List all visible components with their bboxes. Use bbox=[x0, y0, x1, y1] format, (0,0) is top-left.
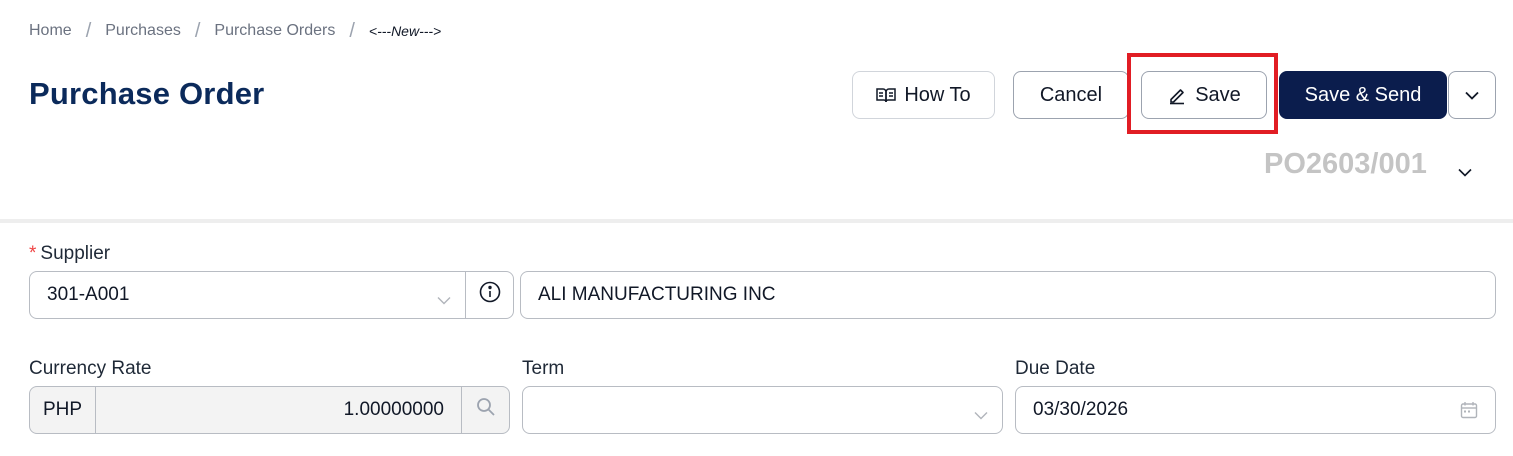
save-and-send-button[interactable]: Save & Send bbox=[1279, 71, 1447, 119]
po-number: PO2603/001 bbox=[1264, 148, 1427, 180]
due-date-label: Due Date bbox=[1015, 358, 1096, 379]
book-icon bbox=[876, 87, 897, 103]
supplier-name-field[interactable]: ALI MANUFACTURING INC bbox=[520, 271, 1496, 319]
save-button[interactable]: Save bbox=[1141, 71, 1267, 119]
currency-search-button[interactable] bbox=[461, 386, 510, 434]
chevron-down-icon bbox=[1465, 91, 1479, 100]
term-select[interactable] bbox=[522, 386, 1003, 434]
breadcrumb-separator: / bbox=[194, 19, 201, 42]
supplier-name-value: ALI MANUFACTURING INC bbox=[538, 284, 776, 305]
how-to-button[interactable]: How To bbox=[852, 71, 995, 119]
chevron-down-icon bbox=[974, 404, 988, 426]
due-date-value: 03/30/2026 bbox=[1033, 399, 1129, 420]
supplier-label: * Supplier bbox=[29, 243, 110, 265]
breadcrumb-current: <---New---> bbox=[368, 23, 442, 39]
cancel-label: Cancel bbox=[1039, 83, 1103, 106]
save-label: Save bbox=[1195, 83, 1241, 106]
breadcrumb-separator: / bbox=[85, 19, 92, 42]
chevron-down-icon bbox=[437, 289, 451, 311]
breadcrumb-purchases[interactable]: Purchases bbox=[105, 22, 181, 40]
supplier-label-text: Supplier bbox=[40, 243, 111, 264]
section-divider bbox=[0, 219, 1513, 223]
cancel-button[interactable]: Cancel bbox=[1013, 71, 1129, 119]
currency-code-field: PHP bbox=[29, 386, 96, 434]
info-icon bbox=[479, 281, 501, 309]
po-number-chevron-icon[interactable] bbox=[1458, 164, 1472, 182]
calendar-icon[interactable] bbox=[1460, 401, 1478, 425]
supplier-info-button[interactable] bbox=[465, 271, 514, 319]
required-marker: * bbox=[29, 243, 37, 264]
supplier-code-value: 301-A001 bbox=[47, 284, 130, 305]
breadcrumb-home[interactable]: Home bbox=[29, 22, 72, 40]
currency-rate-field: 1.00000000 bbox=[95, 386, 462, 434]
breadcrumb-separator: / bbox=[349, 19, 355, 42]
save-and-send-label: Save & Send bbox=[1304, 83, 1422, 106]
currency-code-value: PHP bbox=[42, 399, 83, 420]
supplier-code-select[interactable]: 301-A001 bbox=[29, 271, 466, 319]
pencil-icon bbox=[1167, 85, 1187, 105]
search-icon bbox=[476, 397, 496, 423]
term-label: Term bbox=[522, 358, 565, 379]
breadcrumb-purchase-orders[interactable]: Purchase Orders bbox=[214, 22, 335, 40]
breadcrumb: Home / Purchases / Purchase Orders / <--… bbox=[29, 20, 441, 42]
page-title: Purchase Order bbox=[29, 76, 265, 111]
currency-rate-label: Currency Rate bbox=[29, 358, 152, 379]
currency-rate-value: 1.00000000 bbox=[343, 399, 444, 420]
due-date-field[interactable]: 03/30/2026 bbox=[1015, 386, 1496, 434]
how-to-label: How To bbox=[904, 83, 971, 106]
more-actions-button[interactable] bbox=[1448, 71, 1496, 119]
